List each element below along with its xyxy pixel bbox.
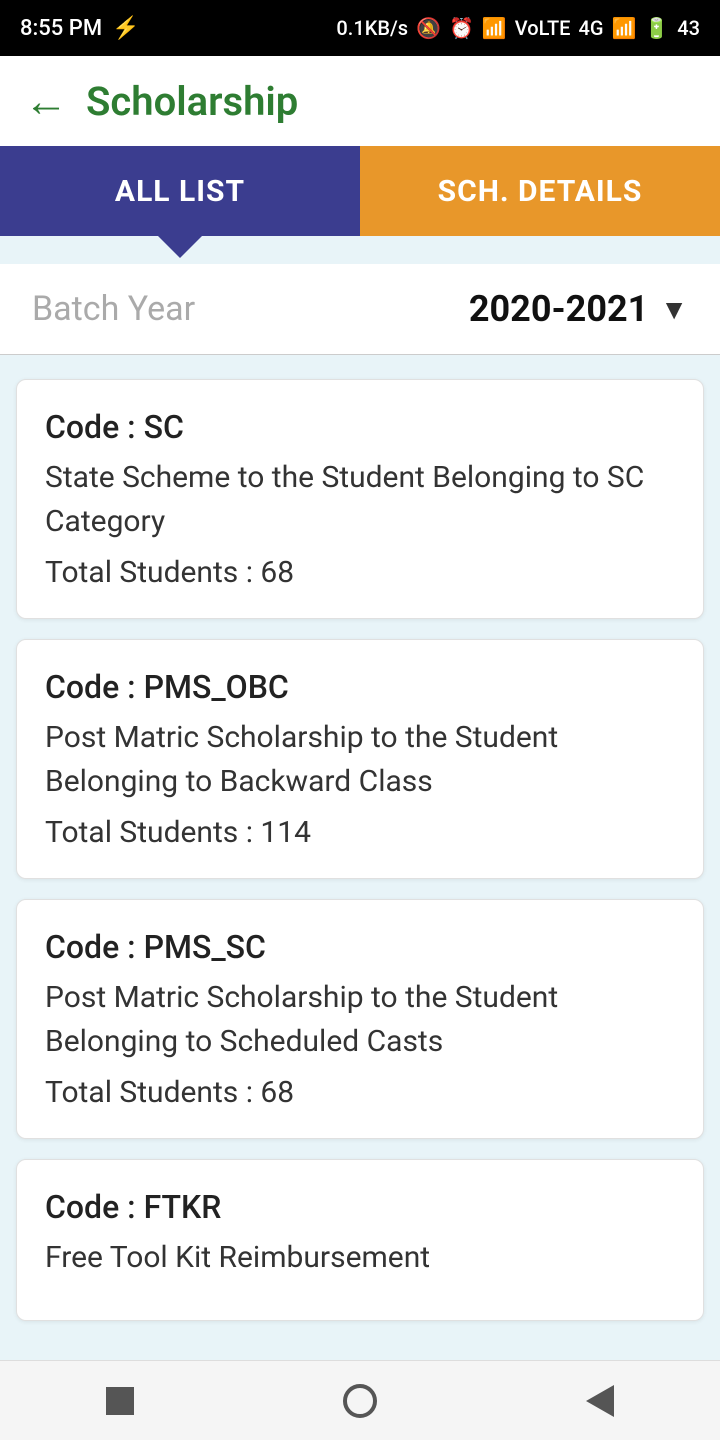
mute-icon: 🔕 [416,16,441,40]
card-desc-pms-obc: Post Matric Scholarship to the Student B… [45,716,675,803]
card-total-pms-obc: Total Students : 114 [45,815,675,850]
scholarship-card-ftkr[interactable]: Code : FTKR Free Tool Kit Reimbursement [16,1159,704,1321]
scholarship-list: Code : SC State Scheme to the Student Be… [0,355,720,1345]
triangle-icon [586,1385,614,1417]
status-bar-left: 8:55 PM ⚡ [20,16,139,41]
scholarship-card-sc[interactable]: Code : SC State Scheme to the Student Be… [16,379,704,619]
nav-back-button[interactable] [580,1381,620,1421]
battery-icon: 🔋 [644,16,669,40]
bottom-nav [0,1360,720,1440]
nav-home-button[interactable] [100,1381,140,1421]
card-total-pms-sc: Total Students : 68 [45,1075,675,1110]
scholarship-card-pms-obc[interactable]: Code : PMS_OBC Post Matric Scholarship t… [16,639,704,879]
signal-icon: 📶 [482,16,507,40]
battery-level: 43 [677,16,700,40]
card-code-pms-obc: Code : PMS_OBC [45,668,675,706]
batch-year-label: Batch Year [32,289,195,329]
tab-all-list-label: ALL LIST [115,174,245,209]
signal2-icon: 📶 [611,16,636,40]
alarm-icon: ⏰ [449,16,474,40]
tab-all-list[interactable]: ALL LIST [0,146,360,236]
scholarship-card-pms-sc[interactable]: Code : PMS_SC Post Matric Scholarship to… [16,899,704,1139]
card-code-sc: Code : SC [45,408,675,446]
tab-sch-details[interactable]: SCH. DETAILS [360,146,720,236]
square-icon [106,1387,134,1415]
tab-bar: ALL LIST SCH. DETAILS [0,146,720,236]
status-bar: 8:55 PM ⚡ 0.1KB/s 🔕 ⏰ 📶 VoLTE 4G 📶 🔋 43 [0,0,720,56]
card-code-ftkr: Code : FTKR [45,1188,675,1226]
nav-recents-button[interactable] [340,1381,380,1421]
card-total-sc: Total Students : 68 [45,555,675,590]
card-desc-pms-sc: Post Matric Scholarship to the Student B… [45,976,675,1063]
batch-year-value: 2020-2021 [469,288,648,330]
back-button[interactable]: ← [24,79,68,123]
card-code-pms-sc: Code : PMS_SC [45,928,675,966]
volte-icon: VoLTE [515,16,571,40]
status-bar-right: 0.1KB/s 🔕 ⏰ 📶 VoLTE 4G 📶 🔋 43 [336,16,700,40]
circle-icon [343,1384,377,1418]
time-display: 8:55 PM [20,16,102,41]
batch-year-row: Batch Year 2020-2021 ▼ [0,264,720,355]
tab-sch-details-label: SCH. DETAILS [438,174,643,209]
network-speed: 0.1KB/s [336,16,408,40]
page-title: Scholarship [86,78,298,125]
batch-year-dropdown[interactable]: 2020-2021 ▼ [469,288,688,330]
card-desc-ftkr: Free Tool Kit Reimbursement [45,1236,675,1280]
chevron-down-icon: ▼ [660,293,688,326]
card-desc-sc: State Scheme to the Student Belonging to… [45,456,675,543]
app-header: ← Scholarship [0,56,720,146]
4g-icon: 4G [578,16,603,40]
bolt-icon: ⚡ [112,16,139,41]
